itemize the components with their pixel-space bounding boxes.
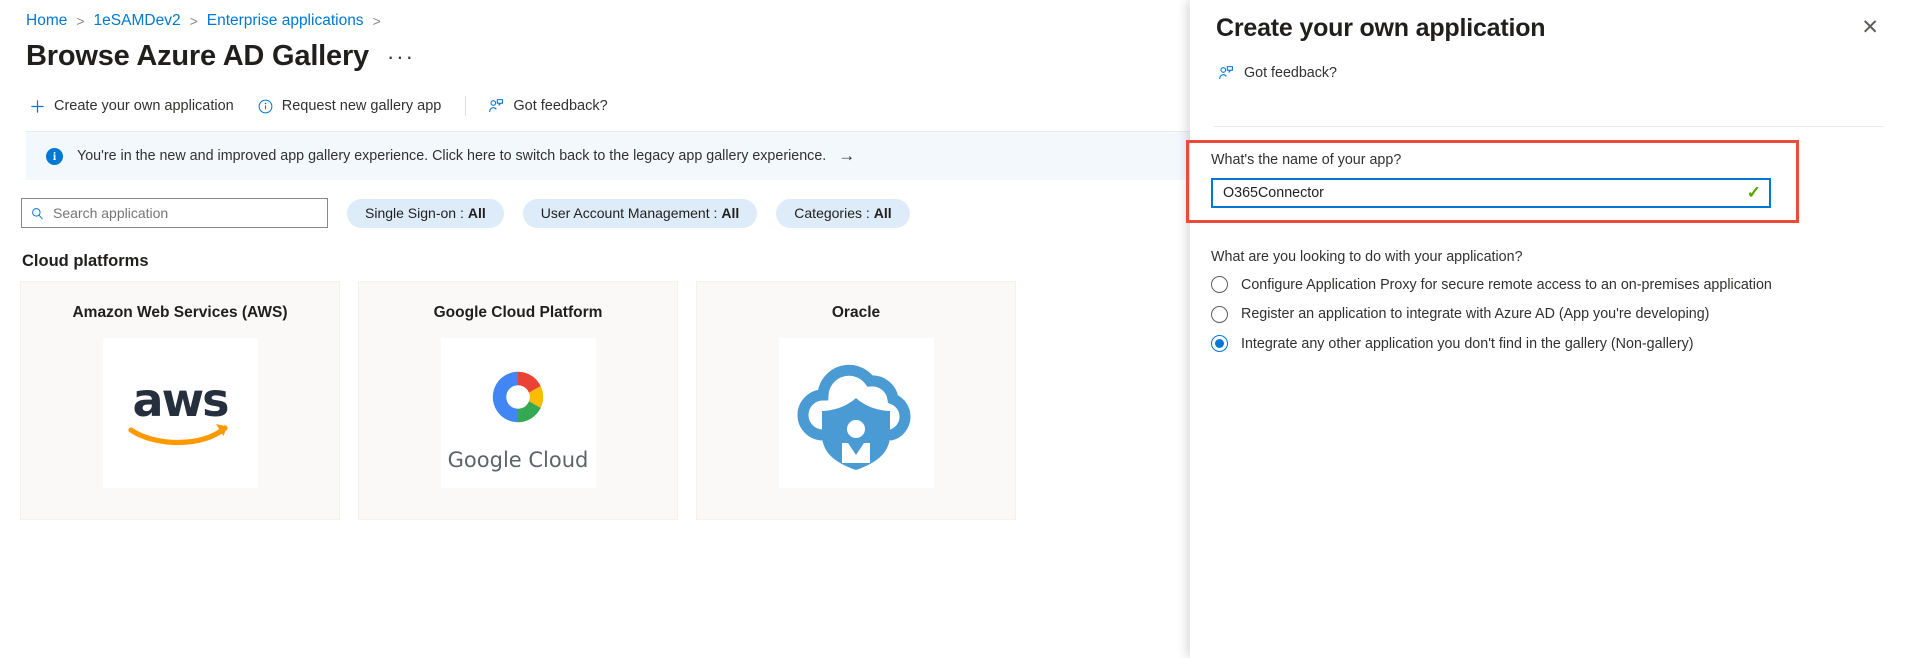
pill-value: All bbox=[721, 205, 739, 221]
filter-pill-categories[interactable]: Categories : All bbox=[776, 199, 909, 228]
amazon-smile-icon bbox=[128, 422, 232, 448]
info-circle-icon bbox=[258, 99, 273, 114]
more-options-icon[interactable]: ··· bbox=[387, 51, 415, 63]
create-app-label: Create your own application bbox=[54, 98, 234, 114]
radio-label: Configure Application Proxy for secure r… bbox=[1241, 277, 1772, 293]
gallery-card-aws[interactable]: Amazon Web Services (AWS) aws bbox=[20, 281, 340, 520]
request-gallery-app-label: Request new gallery app bbox=[282, 98, 442, 114]
panel-feedback-label: Got feedback? bbox=[1244, 65, 1337, 81]
cloud-shield-person-icon bbox=[792, 351, 920, 475]
breadcrumb-separator: > bbox=[190, 13, 198, 29]
google-g-icon bbox=[476, 355, 560, 439]
application-purpose-label: What are you looking to do with your app… bbox=[1211, 249, 1523, 265]
card-logo bbox=[697, 338, 1015, 488]
breadcrumb-item-enterprise-applications[interactable]: Enterprise applications bbox=[207, 12, 364, 30]
card-title: Oracle bbox=[697, 282, 1015, 322]
pill-label: Single Sign-on : bbox=[365, 205, 464, 221]
breadcrumb-item-tenant[interactable]: 1eSAMDev2 bbox=[94, 12, 181, 30]
breadcrumb: Home > 1eSAMDev2 > Enterprise applicatio… bbox=[0, 0, 1190, 30]
pill-label: User Account Management : bbox=[541, 205, 718, 221]
plus-icon bbox=[30, 99, 45, 114]
gallery-cards: Amazon Web Services (AWS) aws Google Clo… bbox=[20, 281, 1034, 520]
feedback-person-icon bbox=[488, 98, 504, 114]
breadcrumb-separator: > bbox=[373, 13, 381, 29]
radio-option-non-gallery[interactable]: Integrate any other application you don'… bbox=[1211, 335, 1772, 352]
card-logo: Google Cloud bbox=[359, 338, 677, 488]
info-banner[interactable]: i You're in the new and improved app gal… bbox=[26, 132, 1190, 180]
application-purpose-radio-group: Configure Application Proxy for secure r… bbox=[1211, 276, 1772, 365]
gallery-card-google-cloud-platform[interactable]: Google Cloud Platform Google Cloud bbox=[358, 281, 678, 520]
aws-wordmark-text: aws bbox=[133, 378, 228, 422]
filter-pill-single-sign-on[interactable]: Single Sign-on : All bbox=[347, 199, 504, 228]
panel-got-feedback-button[interactable]: Got feedback? bbox=[1190, 43, 1907, 81]
pill-value: All bbox=[468, 205, 486, 221]
panel-divider bbox=[1214, 126, 1884, 127]
green-check-icon: ✓ bbox=[1747, 183, 1761, 203]
filter-pill-user-account-management[interactable]: User Account Management : All bbox=[523, 199, 758, 228]
radio-label: Register an application to integrate wit… bbox=[1241, 306, 1709, 322]
radio-button-selected[interactable] bbox=[1211, 335, 1228, 352]
pill-label: Categories : bbox=[794, 205, 869, 221]
page-title: Browse Azure AD Gallery bbox=[26, 40, 369, 73]
banner-text: You're in the new and improved app galle… bbox=[77, 148, 826, 164]
google-cloud-wordmark: Google Cloud bbox=[448, 448, 589, 472]
radio-option-register-application[interactable]: Register an application to integrate wit… bbox=[1211, 306, 1772, 323]
arrow-right-icon[interactable]: → bbox=[838, 146, 855, 166]
radio-button[interactable] bbox=[1211, 276, 1228, 293]
main-content-area: Home > 1eSAMDev2 > Enterprise applicatio… bbox=[0, 0, 1190, 658]
search-input[interactable] bbox=[51, 204, 301, 222]
gallery-card-oracle[interactable]: Oracle bbox=[696, 281, 1016, 520]
google-cloud-logo: Google Cloud bbox=[441, 338, 596, 488]
app-name-input[interactable] bbox=[1221, 184, 1741, 202]
panel-title: Create your own application bbox=[1216, 14, 1545, 43]
card-title: Google Cloud Platform bbox=[359, 282, 677, 322]
command-bar: Create your own application Request new … bbox=[0, 73, 1190, 119]
app-name-label: What's the name of your app? bbox=[1211, 152, 1401, 168]
oracle-cloud-shield-logo bbox=[779, 338, 934, 488]
radio-button[interactable] bbox=[1211, 306, 1228, 323]
request-new-gallery-app-button[interactable]: Request new gallery app bbox=[258, 98, 442, 114]
aws-logo: aws bbox=[103, 338, 258, 488]
section-title-cloud-platforms: Cloud platforms bbox=[22, 252, 149, 271]
card-logo: aws bbox=[21, 338, 339, 488]
got-feedback-label: Got feedback? bbox=[513, 98, 607, 114]
close-icon[interactable]: ✕ bbox=[1859, 14, 1881, 42]
filter-row: Single Sign-on : All User Account Manage… bbox=[21, 198, 910, 228]
radio-option-app-proxy[interactable]: Configure Application Proxy for secure r… bbox=[1211, 276, 1772, 293]
pill-value: All bbox=[874, 205, 892, 221]
panel-header: Create your own application ✕ bbox=[1190, 0, 1907, 43]
search-icon bbox=[31, 207, 44, 220]
feedback-person-icon bbox=[1218, 65, 1234, 81]
app-name-field[interactable]: ✓ bbox=[1211, 178, 1771, 208]
info-filled-icon: i bbox=[46, 148, 63, 165]
command-divider bbox=[465, 96, 466, 116]
page-title-row: Browse Azure AD Gallery ··· bbox=[0, 30, 1190, 73]
got-feedback-button[interactable]: Got feedback? bbox=[488, 98, 607, 114]
search-application-box[interactable] bbox=[21, 198, 328, 228]
card-title: Amazon Web Services (AWS) bbox=[21, 282, 339, 322]
breadcrumb-separator: > bbox=[76, 13, 84, 29]
radio-label: Integrate any other application you don'… bbox=[1241, 336, 1694, 352]
breadcrumb-item-home[interactable]: Home bbox=[26, 12, 67, 30]
create-your-own-application-button[interactable]: Create your own application bbox=[30, 98, 234, 114]
